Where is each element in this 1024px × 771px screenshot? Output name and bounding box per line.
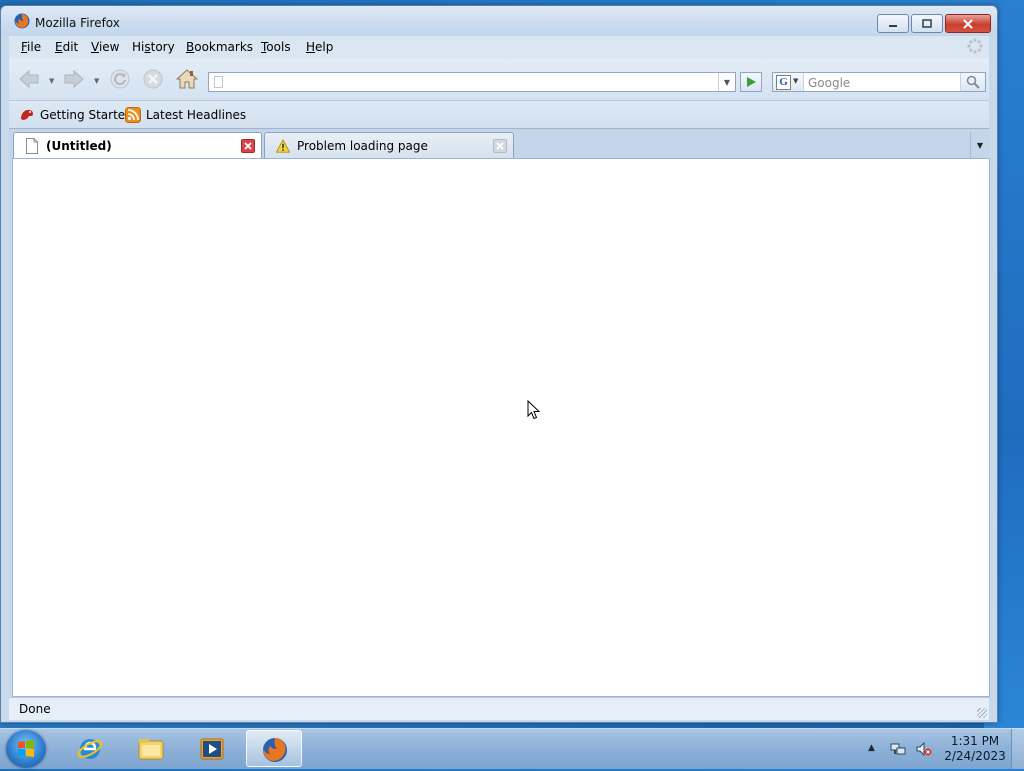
google-icon: G bbox=[776, 75, 791, 90]
menu-history[interactable]: History bbox=[132, 40, 175, 54]
go-button[interactable] bbox=[740, 72, 762, 92]
status-bar: Done bbox=[9, 697, 989, 720]
bookmark-label: Latest Headlines bbox=[146, 108, 247, 122]
search-engine-selector[interactable]: G ▼ bbox=[773, 73, 804, 91]
maximize-button[interactable] bbox=[911, 14, 943, 33]
throbber-icon bbox=[967, 38, 983, 54]
close-icon bbox=[496, 142, 504, 150]
magnifier-icon bbox=[966, 75, 980, 89]
search-input[interactable]: Google bbox=[808, 76, 850, 90]
url-history-dropdown[interactable]: ▼ bbox=[718, 73, 735, 91]
window-title: Mozilla Firefox bbox=[35, 16, 120, 30]
tab-label: (Untitled) bbox=[46, 139, 112, 153]
status-text: Done bbox=[19, 702, 51, 716]
taskbar: ▲ 1:31 PM 2/24/2023 bbox=[0, 728, 1024, 769]
show-desktop-button[interactable] bbox=[1011, 729, 1024, 769]
close-button[interactable] bbox=[945, 14, 991, 33]
tab-label: Problem loading page bbox=[297, 139, 428, 153]
volume-muted-icon[interactable] bbox=[916, 741, 932, 757]
firefox-icon bbox=[14, 13, 30, 29]
media-player-icon bbox=[200, 738, 224, 760]
taskbar-firefox[interactable] bbox=[246, 730, 302, 767]
tab-list-dropdown[interactable]: ▼ bbox=[970, 132, 989, 158]
search-bar[interactable]: G ▼ Google bbox=[772, 72, 986, 92]
tab-strip: (Untitled) Problem loading page ▼ bbox=[9, 128, 989, 159]
menu-tools[interactable]: Tools bbox=[261, 40, 291, 54]
menu-edit[interactable]: Edit bbox=[55, 40, 78, 54]
start-button[interactable] bbox=[6, 730, 46, 768]
taskbar-file-explorer[interactable] bbox=[123, 730, 179, 767]
forward-history-dropdown[interactable]: ▼ bbox=[94, 77, 99, 85]
forward-icon[interactable] bbox=[63, 68, 85, 90]
menu-bookmarks[interactable]: Bookmarks bbox=[186, 40, 253, 54]
mouse-cursor-icon bbox=[527, 400, 541, 420]
bookmark-latest-headlines[interactable]: Latest Headlines bbox=[125, 107, 246, 123]
back-icon[interactable] bbox=[18, 68, 40, 90]
bookmark-getting-started[interactable]: Getting Started bbox=[19, 107, 133, 123]
restore-icon bbox=[922, 19, 932, 28]
page-icon bbox=[26, 138, 38, 154]
url-bar[interactable]: ▼ bbox=[208, 72, 736, 92]
close-icon bbox=[963, 18, 973, 29]
resize-grip[interactable] bbox=[977, 708, 987, 718]
internet-explorer-icon bbox=[77, 739, 103, 759]
tab-close-button[interactable] bbox=[241, 139, 255, 153]
navigation-toolbar: ▼ ▼ ▼ G ▼ Google bbox=[9, 58, 989, 100]
menu-help[interactable]: Help bbox=[306, 40, 333, 54]
menu-file[interactable]: File bbox=[21, 40, 41, 54]
bookmarks-toolbar: Getting Started Latest Headlines bbox=[9, 100, 989, 129]
tab-untitled[interactable]: (Untitled) bbox=[13, 132, 262, 159]
getting-started-icon bbox=[21, 109, 34, 120]
tab-close-button[interactable] bbox=[493, 139, 507, 153]
menu-view[interactable]: View bbox=[91, 40, 119, 54]
tab-problem-loading[interactable]: Problem loading page bbox=[264, 132, 514, 158]
taskbar-media-player[interactable] bbox=[184, 730, 240, 767]
menu-bar: File Edit View History Bookmarks Tools H… bbox=[9, 36, 989, 58]
search-button[interactable] bbox=[960, 73, 985, 91]
show-hidden-icons-button[interactable]: ▲ bbox=[868, 743, 875, 753]
warning-icon bbox=[276, 138, 290, 153]
chevron-down-icon: ▼ bbox=[976, 140, 984, 150]
go-arrow-icon bbox=[747, 77, 756, 87]
clock-date: 2/24/2023 bbox=[944, 749, 1006, 763]
page-favicon-icon bbox=[214, 76, 223, 88]
system-clock[interactable]: 1:31 PM 2/24/2023 bbox=[940, 734, 1010, 764]
close-icon bbox=[244, 142, 252, 150]
firefox-icon bbox=[263, 738, 287, 762]
clock-time: 1:31 PM bbox=[950, 734, 1000, 748]
file-explorer-icon bbox=[138, 739, 164, 760]
firefox-window: Mozilla Firefox File Edit View History B… bbox=[0, 5, 998, 723]
minimize-button[interactable] bbox=[877, 14, 909, 33]
windows-logo-icon bbox=[18, 740, 34, 757]
back-history-dropdown[interactable]: ▼ bbox=[49, 77, 54, 85]
bookmark-label: Getting Started bbox=[40, 108, 133, 122]
caption-buttons bbox=[877, 14, 991, 33]
network-icon[interactable] bbox=[890, 741, 906, 757]
taskbar-internet-explorer[interactable] bbox=[62, 730, 118, 767]
chevron-down-icon: ▼ bbox=[793, 77, 799, 85]
title-bar[interactable]: Mozilla Firefox bbox=[1, 6, 997, 36]
minimize-icon bbox=[889, 24, 897, 27]
home-icon[interactable] bbox=[176, 68, 198, 90]
stop-icon[interactable] bbox=[142, 68, 164, 90]
reload-icon[interactable] bbox=[109, 68, 131, 90]
rss-feed-icon bbox=[125, 107, 141, 123]
page-content[interactable] bbox=[12, 158, 990, 697]
